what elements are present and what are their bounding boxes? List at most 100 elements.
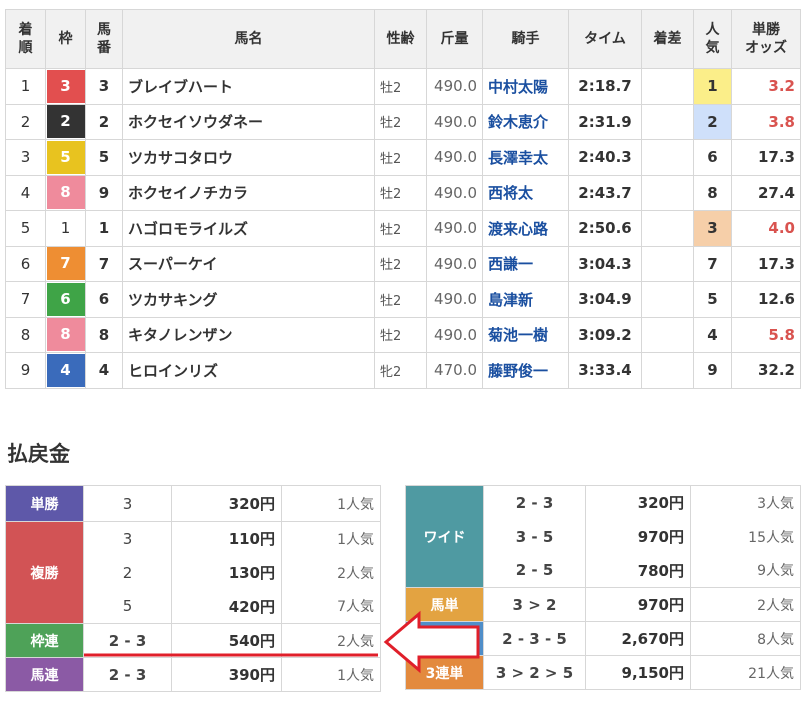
header-text: タイム xyxy=(584,31,626,47)
waku-cell: 7 xyxy=(45,245,86,282)
horse-name: ツカサキング xyxy=(122,281,375,318)
time-cell: 3:33.4 xyxy=(568,352,642,389)
header-cell: 着順 xyxy=(5,9,46,69)
wide-pop: 9人気 xyxy=(690,553,801,588)
payout-row-sanrenpuku: 2 - 3 - 5 2,670円 8人気 xyxy=(405,621,801,656)
horse-name: スーパーケイ xyxy=(122,245,375,282)
wide-yen: 970円 xyxy=(585,519,691,554)
label-umaren: 馬連 xyxy=(5,657,84,692)
header-text: オッズ xyxy=(745,40,787,56)
jockey-link[interactable]: 島津新 xyxy=(482,281,569,318)
waku-badge: 3 xyxy=(46,69,85,103)
header-text: 着 xyxy=(18,22,33,38)
wide-combo: 2 - 5 xyxy=(483,553,586,588)
fukusho-yen: 420円 xyxy=(171,589,282,624)
umatan-yen: 970円 xyxy=(585,587,691,622)
label-tansho: 単勝 xyxy=(5,485,84,522)
odds-cell: 17.3 xyxy=(731,139,801,176)
jockey-link[interactable]: 西謙一 xyxy=(482,245,569,282)
odds-cell: 27.4 xyxy=(731,174,801,211)
waku-cell: 8 xyxy=(45,174,86,211)
horse-name: ヒロインリズ xyxy=(122,352,375,389)
margin-cell xyxy=(641,103,694,140)
jockey-link[interactable]: 菊池一樹 xyxy=(482,316,569,353)
weight-cell: 490.0 xyxy=(426,316,483,353)
waku-badge: 8 xyxy=(46,176,85,210)
tansho-yen: 320円 xyxy=(171,485,282,522)
payout-table-right: ワイド 2 - 3 320円 3人気 3 - 5 970円 15人気 2 - 5… xyxy=(405,485,801,690)
sanrentan-combo: 3 > 2 > 5 xyxy=(483,655,586,690)
waku-cell: 8 xyxy=(45,316,86,353)
header-text: 単勝 xyxy=(752,22,780,38)
umaban-cell: 2 xyxy=(85,103,123,140)
rank-cell: 8 xyxy=(5,316,46,353)
weight-cell: 490.0 xyxy=(426,103,483,140)
header-text: 馬 xyxy=(97,22,111,38)
umaban-cell: 9 xyxy=(85,174,123,211)
fukusho-pop: 1人気 xyxy=(281,521,381,556)
umaren-combo: 2 - 3 xyxy=(83,657,172,692)
payout-row-umaren: 馬連 2 - 3 390円 1人気 xyxy=(5,657,381,692)
margin-cell xyxy=(641,281,694,318)
waku-cell: 6 xyxy=(45,281,86,318)
rank-cell: 9 xyxy=(5,352,46,389)
fukusho-pop: 7人気 xyxy=(281,589,381,624)
wide-yen: 320円 xyxy=(585,485,691,520)
popularity-cell: 3 xyxy=(693,210,732,247)
header-cell: 単勝 オッズ xyxy=(731,9,801,69)
payout-heading: 払戻金 xyxy=(7,442,70,466)
waku-badge: 8 xyxy=(46,318,85,352)
jockey-link[interactable]: 藤野俊一 xyxy=(482,352,569,389)
horse-name: キタノレンザン xyxy=(122,316,375,353)
payout-row-wide: ワイド 2 - 3 320円 3人気 xyxy=(405,485,801,588)
waku-badge: 4 xyxy=(46,353,85,387)
waku-cell: 2 xyxy=(45,103,86,140)
sexage-cell: 牡2 xyxy=(374,281,427,318)
header-text: 着差 xyxy=(653,31,682,47)
odds-cell: 4.0 xyxy=(731,210,801,247)
waku-badge: 7 xyxy=(46,247,85,281)
time-cell: 3:04.3 xyxy=(568,245,642,282)
rank-cell: 7 xyxy=(5,281,46,318)
waku-badge: 5 xyxy=(46,140,85,174)
horse-name: ハゴロモライルズ xyxy=(122,210,375,247)
sanrenpuku-combo: 2 - 3 - 5 xyxy=(483,621,586,656)
margin-cell xyxy=(641,316,694,353)
header-text: 順 xyxy=(18,40,33,56)
rank-cell: 4 xyxy=(5,174,46,211)
result-row: 3 5 5 ツカサコタロウ 牡2 490.0 長澤幸太 2:40.3 6 17.3 xyxy=(5,139,801,176)
umaren-pop: 1人気 xyxy=(281,657,381,692)
header-text: 斤量 xyxy=(440,31,469,47)
margin-cell xyxy=(641,210,694,247)
jockey-link[interactable]: 長澤幸太 xyxy=(482,139,569,176)
sanrentan-pop: 21人気 xyxy=(690,655,801,690)
margin-cell xyxy=(641,139,694,176)
result-row: 2 2 2 ホクセイソウダネー 牡2 490.0 鈴木恵介 2:31.9 2 3.8 xyxy=(5,103,801,140)
horse-name: ツカサコタロウ xyxy=(122,139,375,176)
sexage-cell: 牡2 xyxy=(374,245,427,282)
fukusho-combo: 5 xyxy=(83,589,172,624)
label-sanrenpuku xyxy=(405,621,484,656)
horse-name: ブレイブハート xyxy=(122,68,375,105)
header-text: 騎手 xyxy=(511,31,540,47)
wakuren-combo: 2 - 3 xyxy=(83,623,172,658)
header-cell: 騎手 xyxy=(482,9,569,69)
label-sanrentan: 3連単 xyxy=(405,655,484,690)
sexage-cell: 牡2 xyxy=(374,68,427,105)
header-text: 馬名 xyxy=(234,31,263,47)
fukusho-combo: 2 xyxy=(83,555,172,590)
label-umatan: 馬単 xyxy=(405,587,484,622)
payout-row-umatan: 馬単 3 > 2 970円 2人気 xyxy=(405,587,801,622)
wide-combo: 2 - 3 xyxy=(483,485,586,520)
umaban-cell: 8 xyxy=(85,316,123,353)
popularity-cell: 8 xyxy=(693,174,732,211)
header-cell: 馬番 xyxy=(85,9,123,69)
jockey-link[interactable]: 鈴木恵介 xyxy=(482,103,569,140)
fukusho-yen: 110円 xyxy=(171,521,282,556)
jockey-link[interactable]: 西将太 xyxy=(482,174,569,211)
odds-cell: 17.3 xyxy=(731,245,801,282)
header-text: 気 xyxy=(705,40,720,56)
jockey-link[interactable]: 中村太陽 xyxy=(482,68,569,105)
jockey-link[interactable]: 渡来心路 xyxy=(482,210,569,247)
odds-cell: 32.2 xyxy=(731,352,801,389)
